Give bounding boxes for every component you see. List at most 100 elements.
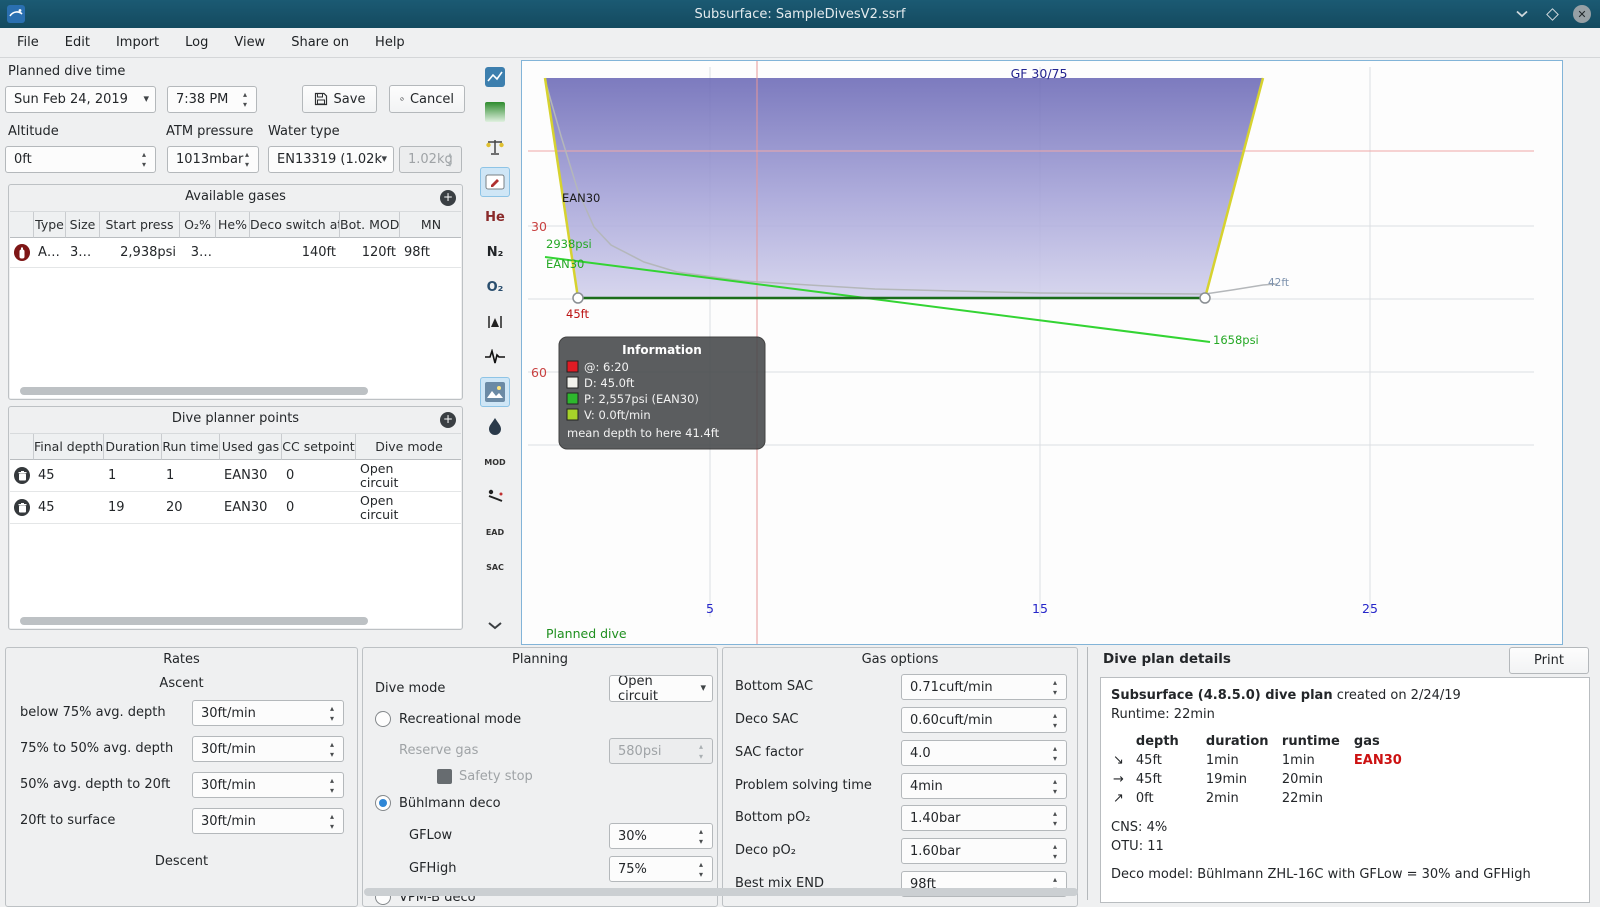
info-tooltip[interactable]: Information @: 6:20 D: 45.0ft P: 2,557ps… [558,336,766,450]
spin-buttons-icon[interactable]: ▴▾ [1049,842,1061,862]
ascent-rate-spinbox[interactable]: 30ft/min ▴ ▾ [192,736,344,762]
point-setpoint-cell[interactable]: 0 [282,492,356,523]
recreational-mode-radio[interactable] [375,711,391,727]
spin-buttons-icon[interactable]: ▴▾ [326,812,338,832]
shade-button[interactable] [1512,4,1532,24]
gases-col-size[interactable]: Size [66,212,100,238]
trash-icon[interactable] [14,467,30,484]
gfhigh-spinbox[interactable]: 75% ▴ ▾ [609,856,713,882]
problem-time-spinbox[interactable]: 4min ▴ ▾ [901,773,1067,799]
deco-po2-spinbox[interactable]: 1.60bar ▴ ▾ [901,838,1067,864]
point-gas-cell[interactable]: EAN30 [220,492,282,523]
points-col-runtime[interactable]: Run time [162,434,220,460]
water-type-combobox[interactable]: EN13319 (1.02k ▾ [268,146,394,173]
air-density-toggle[interactable] [480,307,510,337]
spin-buttons-icon[interactable]: ▴▾ [326,704,338,724]
po2-graph-toggle[interactable] [480,62,510,92]
gases-col-he[interactable]: He% [216,212,250,238]
spin-buttons-icon[interactable]: ▴▾ [138,150,150,170]
point-duration-cell[interactable]: 1 [104,460,162,491]
menu-import[interactable]: Import [103,28,172,57]
sac-factor-spinbox[interactable]: 4.0 ▴ ▾ [901,740,1067,766]
safety-stop-checkbox[interactable] [437,769,452,784]
menu-share-on[interactable]: Share on [278,28,362,57]
save-button[interactable]: Save [302,85,377,113]
deco-sac-spinbox[interactable]: 0.60cuft/min ▴ ▾ [901,707,1067,733]
points-col-depth[interactable]: Final depth [34,434,104,460]
gas-decoswitch-cell[interactable]: 140ft [250,238,340,267]
sac-rate-toggle[interactable] [480,482,510,512]
ascent-rate-spinbox[interactable]: 30ft/min ▴ ▾ [192,772,344,798]
bottom-sac-spinbox[interactable]: 0.71cuft/min ▴ ▾ [901,674,1067,700]
menu-log[interactable]: Log [172,28,221,57]
edit-handles-toggle[interactable] [480,167,510,197]
dive-profile-chart[interactable]: GF 30/75 30 60 5 15 25 EAN30 2938psi EAN… [521,60,1563,645]
spin-buttons-icon[interactable]: ▴▾ [326,740,338,760]
ascent-rate-spinbox[interactable]: 30ft/min ▴ ▾ [192,808,344,834]
scale-toggle[interactable] [480,132,510,162]
points-hscrollbar[interactable] [20,617,368,625]
point-setpoint-cell[interactable]: 0 [282,460,356,491]
trash-icon[interactable] [14,499,30,516]
bottom-hscrollbar[interactable] [364,888,1078,896]
point-depth-cell[interactable]: 45 [34,460,104,491]
heartrate-toggle[interactable] [480,342,510,372]
point-divemode-cell[interactable]: Open circuit [356,492,426,523]
sac-toggle[interactable]: SAC [480,552,510,582]
bottom-po2-spinbox[interactable]: 1.40bar ▴ ▾ [901,805,1067,831]
print-button[interactable]: Print [1509,647,1589,674]
menu-view[interactable]: View [221,28,278,57]
gases-col-botmod[interactable]: Bot. MOD [340,212,400,238]
gas-type-cell[interactable]: A… [34,238,66,267]
point-duration-cell[interactable]: 19 [104,492,162,523]
point-row[interactable]: 45 1 1 EAN30 0 Open circuit [10,460,461,492]
gases-col-decoswitch[interactable]: Deco switch at [250,212,340,238]
gas-he-cell[interactable] [216,238,250,267]
point-gas-cell[interactable]: EAN30 [220,460,282,491]
profile-handle[interactable] [1199,292,1211,304]
dive-mode-combobox[interactable]: Open circuit ▾ [609,675,713,702]
ead-toggle[interactable]: EAD [480,517,510,547]
salinity-toggle[interactable] [480,412,510,442]
spin-buttons-icon[interactable]: ▴▾ [1049,809,1061,829]
point-depth-cell[interactable]: 45 [34,492,104,523]
add-gas-button[interactable]: + [440,190,456,206]
gases-col-mnd[interactable]: MN [400,212,461,238]
menu-edit[interactable]: Edit [52,28,103,57]
gas-size-cell[interactable]: 3… [66,238,100,267]
point-runtime-cell[interactable]: 20 [162,492,220,523]
spin-buttons-icon[interactable]: ▴▾ [1049,777,1061,797]
point-runtime-cell[interactable]: 1 [162,460,220,491]
gas-botmod-cell[interactable]: 120ft [340,238,400,267]
dive-date-combobox[interactable]: Sun Feb 24, 2019 ▾ [5,86,156,113]
toolbar-scroll-down[interactable] [480,610,510,640]
point-row[interactable]: 45 19 20 EAN30 0 Open circuit [10,492,461,524]
spin-buttons-icon[interactable]: ▴▾ [695,827,707,847]
gas-row[interactable]: A… 3… 2,938psi 3… 140ft 120ft 98ft [10,238,461,268]
nitrogen-graph-toggle[interactable]: N₂ [480,237,510,267]
panel-splitter[interactable] [1087,647,1088,900]
spin-buttons-icon[interactable]: ▴▾ [1049,744,1061,764]
close-button[interactable]: ✕ [1572,4,1592,24]
points-col-gas[interactable]: Used gas [220,434,282,460]
spin-buttons-icon[interactable]: ▴▾ [1049,678,1061,698]
gases-col-type[interactable]: Type [34,212,66,238]
point-divemode-cell[interactable]: Open circuit [356,460,426,491]
points-col-duration[interactable]: Duration [104,434,162,460]
cylinder-icon[interactable] [14,244,30,261]
oxygen-graph-toggle[interactable]: O₂ [480,272,510,302]
dive-time-spinbox[interactable]: 7:38 PM ▴ ▾ [167,86,257,113]
gases-col-startpress[interactable]: Start press [100,212,180,238]
menu-file[interactable]: File [4,28,52,57]
spin-buttons-icon[interactable]: ▴▾ [241,150,253,170]
gases-hscrollbar[interactable] [20,387,368,395]
menu-help[interactable]: Help [362,28,418,57]
cancel-button[interactable]: Cancel [389,85,465,113]
atm-pressure-spinbox[interactable]: 1013mbar ▴ ▾ [167,146,259,173]
spin-buttons-icon[interactable]: ▴▾ [239,90,251,110]
buhlmann-deco-radio[interactable] [375,795,391,811]
add-point-button[interactable]: + [440,412,456,428]
mod-toggle[interactable]: MOD [480,447,510,477]
profile-handle[interactable] [572,292,584,304]
helium-graph-toggle[interactable]: He [480,202,510,232]
